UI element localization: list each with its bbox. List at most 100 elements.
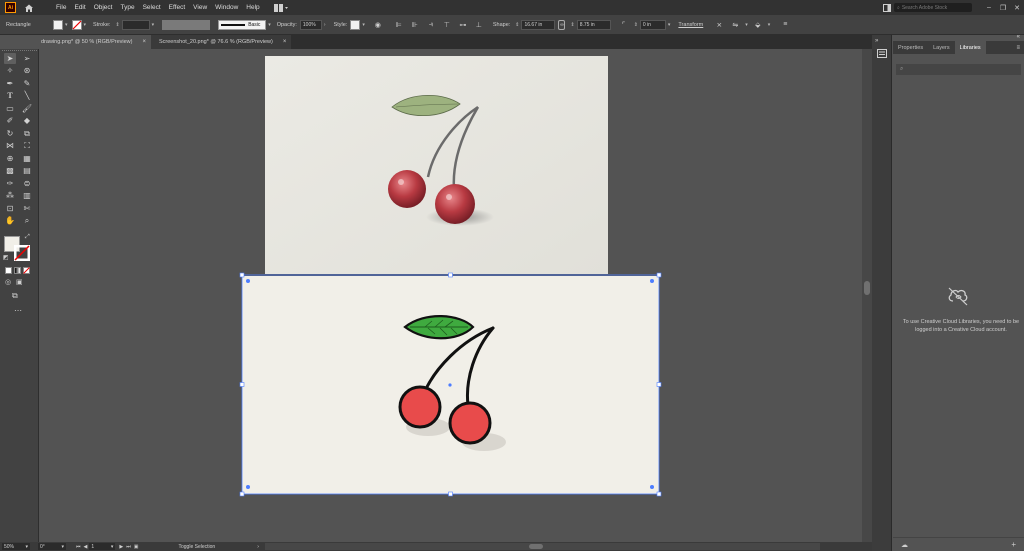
swap-fill-stroke-icon[interactable]: ⤢ — [25, 234, 30, 241]
menu-window[interactable]: Window — [211, 4, 242, 11]
flip-icon[interactable]: ⇋ — [730, 20, 740, 30]
corner-widget[interactable] — [650, 279, 654, 283]
artboard-list-icon[interactable]: ▣ — [134, 544, 139, 550]
screen-mode-icon[interactable]: ⧉ — [12, 291, 18, 301]
shape-height-field[interactable]: 8.75 in — [576, 19, 611, 30]
align-bottom-icon[interactable]: ⊥ — [474, 20, 484, 30]
handle-bottom-left[interactable] — [239, 491, 245, 497]
variable-width-field[interactable] — [162, 19, 211, 30]
sketch-artboard[interactable] — [265, 56, 608, 274]
artboard-field[interactable]: 1 ▾ — [89, 543, 116, 550]
rotate-tool-icon[interactable]: ↻ — [4, 128, 16, 139]
shape-builder-icon[interactable]: ⊕ — [4, 153, 16, 164]
chevron-down-icon[interactable]: ▾ — [84, 22, 87, 28]
chevron-right-icon[interactable]: › — [324, 22, 326, 28]
magic-wand-icon[interactable]: ✧ — [4, 66, 16, 77]
status-menu-icon[interactable]: › — [257, 544, 259, 550]
prev-artboard-icon[interactable]: ◀ — [84, 544, 88, 550]
handle-bottom-right[interactable] — [656, 491, 662, 497]
snap-icon[interactable]: ⬙ — [753, 20, 763, 30]
corner-type-icon[interactable]: ⌜ — [619, 20, 629, 30]
handle-top-middle[interactable] — [448, 272, 453, 278]
tab-drawing[interactable]: drawing.png* @ 50 % (RGB/Preview) × — [0, 35, 151, 49]
stepper-icon[interactable]: ⇕ — [634, 22, 638, 28]
style-swatch[interactable] — [350, 19, 361, 30]
handle-bottom-middle[interactable] — [448, 491, 453, 497]
tab-layers[interactable]: Layers — [928, 41, 955, 54]
tab-properties[interactable]: Properties — [893, 41, 928, 54]
symbol-sprayer-icon[interactable]: ⁂ — [4, 191, 16, 202]
gradient-tool-icon[interactable]: ▤ — [21, 166, 33, 177]
vertical-scrollbar[interactable] — [862, 49, 872, 542]
corner-widget[interactable] — [246, 279, 250, 283]
menu-select[interactable]: Select — [139, 4, 165, 11]
artboard-tool-icon[interactable]: ⊡ — [4, 203, 16, 214]
pen-tool-icon[interactable]: ✒ — [4, 78, 16, 89]
minimize-icon[interactable]: – — [982, 4, 996, 11]
column-graph-icon[interactable]: ▥ — [21, 191, 33, 202]
handle-top-right[interactable] — [656, 272, 662, 278]
stroke-weight-field[interactable] — [121, 19, 150, 30]
constrain-proportions-icon[interactable]: ∞ — [558, 19, 566, 30]
gradient-mode-icon[interactable] — [14, 267, 21, 274]
menu-view[interactable]: View — [189, 4, 211, 11]
close-icon[interactable]: × — [142, 39, 146, 45]
shaper-tool-icon[interactable]: ✐ — [4, 116, 16, 127]
close-panel-icon[interactable]: « — [1017, 34, 1020, 40]
width-tool-icon[interactable]: ⋈ — [4, 141, 16, 152]
align-middle-icon[interactable]: ⊶ — [458, 20, 468, 30]
recolor-icon[interactable]: ◉ — [373, 20, 383, 30]
tools-grip[interactable] — [2, 50, 37, 52]
chevron-down-icon[interactable]: ▾ — [65, 22, 68, 28]
collapse-panels-icon[interactable]: » — [875, 38, 878, 44]
handle-top-left[interactable] — [239, 272, 245, 278]
align-center-icon[interactable]: ⊪ — [410, 20, 420, 30]
scrollbar-thumb[interactable] — [528, 544, 543, 549]
scale-tool-icon[interactable]: ⧉ — [21, 128, 33, 139]
shape-label[interactable]: Shape: — [493, 22, 510, 28]
align-right-icon[interactable]: ⫣ — [426, 20, 436, 30]
corner-radius-field[interactable]: 0 in — [639, 19, 666, 30]
menu-object[interactable]: Object — [90, 4, 117, 11]
paintbrush-icon[interactable]: 🖌 — [21, 103, 33, 114]
curvature-tool-icon[interactable]: ✎ — [21, 78, 33, 89]
eraser-icon[interactable]: ◆ — [21, 116, 33, 127]
stroke-label[interactable]: Stroke: — [93, 22, 110, 28]
canvas-area[interactable] — [40, 49, 862, 542]
hand-tool-icon[interactable]: ✋ — [4, 216, 16, 227]
draw-behind-icon[interactable]: ▣ — [16, 278, 23, 286]
opacity-field[interactable]: 100% — [299, 19, 322, 30]
zoom-field[interactable]: 50% ▾ — [2, 543, 30, 550]
menu-help[interactable]: Help — [242, 4, 263, 11]
library-search-input[interactable]: ⌕ — [896, 64, 1021, 75]
stepper-icon[interactable]: ⇕ — [115, 22, 119, 28]
align-left-icon[interactable]: ⊫ — [394, 20, 404, 30]
rectangle-tool-icon[interactable]: ▭ — [4, 103, 16, 114]
chevron-down-icon[interactable]: ▾ — [362, 22, 365, 28]
lasso-icon[interactable]: ⊛ — [21, 66, 33, 77]
align-top-icon[interactable]: ⊤ — [442, 20, 452, 30]
selection-tool-icon[interactable]: ➤ — [4, 53, 16, 64]
panel-menu-icon[interactable]: ≡ — [780, 20, 790, 30]
free-transform-icon[interactable]: ⛶ — [21, 141, 33, 152]
mesh-tool-icon[interactable]: ▩ — [4, 166, 16, 177]
color-mode-icon[interactable] — [5, 267, 12, 274]
brush-field[interactable]: Basic — [218, 19, 267, 30]
stepper-icon[interactable]: ⇕ — [515, 22, 519, 28]
perspective-grid-icon[interactable]: ▦ — [21, 153, 33, 164]
fill-swatch[interactable] — [53, 19, 63, 30]
type-tool-icon[interactable]: T — [4, 91, 16, 102]
first-artboard-icon[interactable]: ⏮ — [76, 544, 81, 550]
opacity-label[interactable]: Opacity: — [277, 22, 297, 28]
scrollbar-thumb[interactable] — [864, 281, 870, 295]
menu-edit[interactable]: Edit — [70, 4, 89, 11]
chevron-down-icon[interactable]: ▾ — [152, 22, 155, 28]
horizontal-scrollbar[interactable] — [264, 543, 820, 550]
blend-tool-icon[interactable]: ⊜ — [21, 178, 33, 189]
restore-icon[interactable]: ❐ — [996, 4, 1010, 12]
slice-tool-icon[interactable]: ✄ — [21, 203, 33, 214]
chevron-down-icon[interactable]: ▾ — [745, 22, 748, 28]
cloud-sync-icon[interactable]: ☁ — [901, 541, 908, 549]
transform-label[interactable]: Transform — [678, 22, 703, 28]
last-artboard-icon[interactable]: ⏭ — [126, 544, 131, 550]
